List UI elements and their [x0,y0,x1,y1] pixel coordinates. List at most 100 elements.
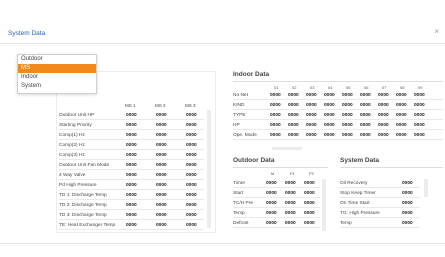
ms-cell-value: 0000 [126,123,137,128]
indoor-cell-value: 0000 [342,133,353,138]
ms-cell-value: 0000 [156,193,167,198]
ms-cell-value: 0000 [186,133,197,138]
indoor-row-label: HP [233,123,240,128]
outdoor-table-scrollbar[interactable] [322,179,326,231]
row-divider [233,217,320,218]
ms-cell-value: 0000 [186,193,197,198]
row-divider [340,207,420,208]
system-row-label: TG: High Pressure [340,211,380,216]
indoor-table-row: TYPE 0000 0000 0000 0000 0000 0000 0000 0000 0000 [233,112,443,120]
system-cell-value: 0000 [402,211,413,216]
ms-row-label: 4 Way Valve [59,173,86,178]
row-divider [59,199,204,200]
outdoor-cell-value: 0000 [304,221,315,226]
indoor-row-label: Ope. Mode [233,133,257,138]
outdoor-cell-value: 0000 [304,201,315,206]
unit-type-dropdown[interactable]: Outdoor MS Indoor System [17,54,97,94]
ms-table-row: Comp(2) Hz 0000 0000 0000 [59,142,204,150]
indoor-cell-value: 0000 [360,93,371,98]
ms-row-label: Outdoor Unit HP [59,113,95,118]
outdoor-cell-value: 0000 [285,201,296,206]
ms-cell-value: 0000 [126,163,137,168]
indoor-cell-value: 0000 [360,103,371,108]
indoor-cell-value: 0000 [306,93,317,98]
ms-cell-value: 0000 [186,223,197,228]
indoor-cell-value: 0000 [288,123,299,128]
indoor-table-scrollbar[interactable] [272,147,302,150]
ms-row-label: TE: Heat Exchanger Temp [59,223,116,228]
outdoor-cell-value: 0000 [285,221,296,226]
indoor-cell-value: 0000 [378,133,389,138]
outdoor-column-header: P1 [290,171,295,176]
row-divider [233,119,443,120]
ms-cell-value: 0000 [156,213,167,218]
footer [0,243,445,257]
indoor-cell-value: 0000 [414,93,425,98]
ms-table-row: Outdoor Unit HP 0000 0000 0000 [59,112,204,120]
indoor-cell-value: 0000 [270,133,281,138]
ms-cell-value: 0000 [156,113,167,118]
close-icon[interactable]: × [434,27,439,36]
indoor-cell-value: 0000 [360,123,371,128]
ms-cell-value: 0000 [156,223,167,228]
dropdown-option-outdoor[interactable]: Outdoor [18,55,96,64]
indoor-cell-value: 0000 [324,133,335,138]
indoor-column-header: 02 [292,85,297,90]
row-divider [59,229,204,230]
ms-table-row: TD 2: Discharge Temp 0000 0000 0000 [59,202,204,210]
row-divider [340,227,420,228]
indoor-column-header: 09 [418,85,423,90]
row-divider [340,217,420,218]
row-divider [233,187,320,188]
outdoor-cell-value: 0000 [285,191,296,196]
row-divider [233,129,443,130]
indoor-cell-value: 0000 [396,103,407,108]
ms-table-row: TD 1: Discharge Temp 0000 0000 0000 [59,192,204,200]
outdoor-table-row: Defrost 0000 0000 0000 [233,220,320,228]
indoor-cell-value: 0000 [324,113,335,118]
dropdown-option-system[interactable]: System [18,82,96,91]
indoor-cell-value: 0000 [378,103,389,108]
row-divider [233,109,443,110]
ms-cell-value: 0000 [186,163,197,168]
ms-table-scrollbar[interactable] [207,110,211,228]
dropdown-option-indoor[interactable]: Indoor [18,73,96,82]
ms-cell-value: 0000 [126,213,137,218]
indoor-cell-value: 0000 [270,93,281,98]
indoor-cell-value: 0000 [342,123,353,128]
outdoor-table-row: Start 0000 0000 0000 [233,190,320,198]
indoor-cell-value: 0000 [324,123,335,128]
indoor-column-header: 06 [364,85,369,90]
ms-cell-value: 0000 [126,173,137,178]
column-header-ms2: MS 2 [155,103,166,108]
ms-row-label: TD 1: Discharge Temp [59,193,107,198]
ms-cell-value: 0000 [126,143,137,148]
ms-cell-value: 0000 [186,183,197,188]
indoor-column-header: 07 [382,85,387,90]
ms-row-label: TD 3: Discharge Temp [59,213,107,218]
ms-cell-value: 0000 [126,223,137,228]
outdoor-cell-value: 0000 [266,221,277,226]
ms-cell-value: 0000 [156,183,167,188]
system-table-row: TG: High Pressure 0000 [340,210,420,218]
indoor-column-header: 01 [274,85,279,90]
system-table-row: On Time Start 0000 [340,200,420,208]
outdoor-column-header: P2 [309,171,314,176]
ms-cell-value: 0000 [156,133,167,138]
ms-row-label: Starting Priority [59,123,92,128]
system-row-label: On Time Start [340,201,370,206]
outdoor-cell-value: 0000 [266,191,277,196]
indoor-cell-value: 0000 [378,123,389,128]
dropdown-option-ms[interactable]: MS [18,64,96,73]
ms-cell-value: 0000 [126,183,137,188]
indoor-cell-value: 0000 [288,133,299,138]
indoor-table-row: KIND 0000 0000 0000 0000 0000 0000 0000 0000 0000 [233,102,443,110]
ms-table-row: Pd High Pressure 0000 0000 0000 [59,182,204,190]
indoor-cell-value: 0000 [288,93,299,98]
system-row-label: Stop Keep Timer [340,191,376,196]
system-table-row: Oil Recovery 0000 [340,180,420,188]
system-table-scrollbar[interactable] [424,179,428,197]
outdoor-cell-value: 0000 [304,191,315,196]
indoor-cell-value: 0000 [324,93,335,98]
outdoor-table-row: TC/H Pre 0000 0000 0000 [233,200,320,208]
